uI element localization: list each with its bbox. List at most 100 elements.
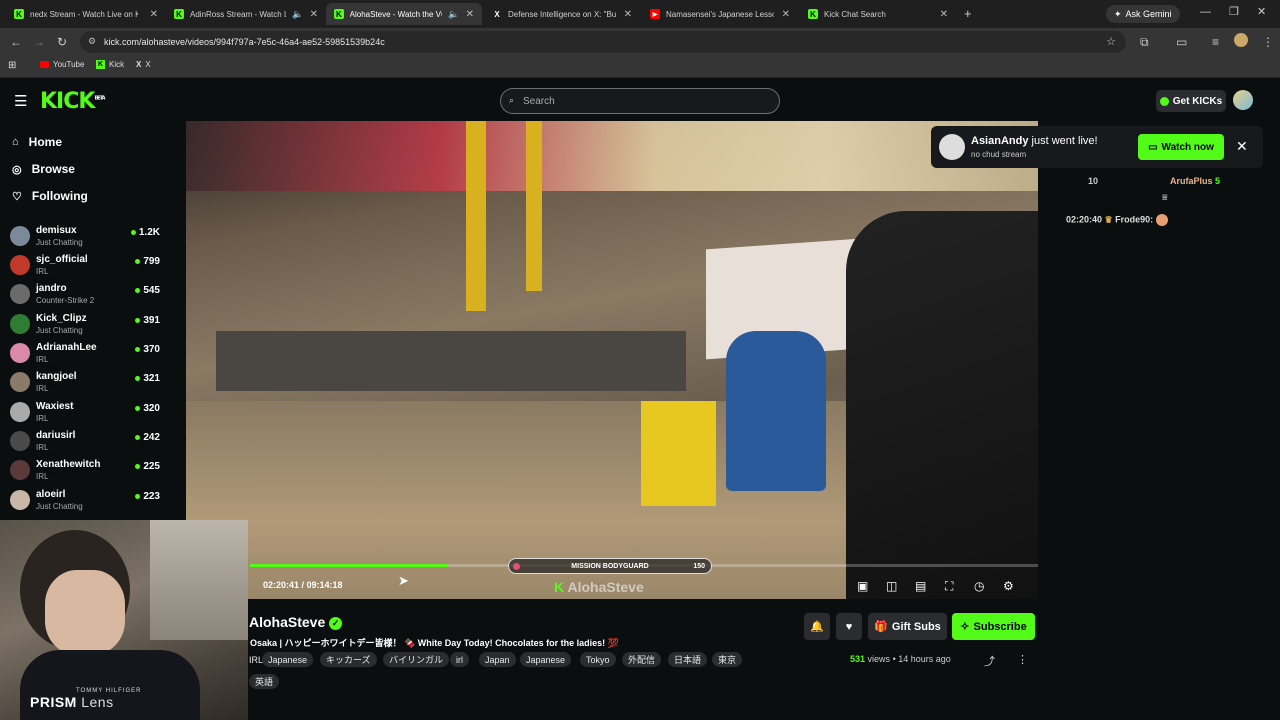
sidebar-channel-waxiest[interactable]: Waxiest IRL 320	[10, 399, 160, 427]
mission-icon	[513, 562, 520, 570]
viewer-count: 545	[135, 285, 160, 296]
chat-filter-icon[interactable]: ⩸	[1162, 192, 1167, 203]
channel-category: Just Chatting	[36, 502, 83, 511]
bookmark-kick[interactable]: K Kick	[96, 60, 124, 69]
close-tab-icon[interactable]: ✕	[466, 9, 474, 20]
speaker-icon[interactable]: 🔈	[448, 9, 459, 20]
hamburger-menu-icon[interactable]: ☰	[14, 92, 27, 110]
channel-name-heading[interactable]: AlohaSteve ✓	[249, 614, 343, 630]
tag[interactable]: 東京	[712, 652, 743, 667]
sidebar-nav-following[interactable]: ♡ Following	[12, 189, 88, 203]
channel-name: jandro	[36, 283, 67, 294]
maximize-icon[interactable]: ❐	[1229, 5, 1239, 18]
channel-category: IRL	[36, 443, 49, 452]
theater-mode-icon[interactable]: ▣	[857, 579, 868, 593]
sidebar-channel-kick-clipz[interactable]: Kick_Clipz Just Chatting 391	[10, 311, 160, 339]
reload-icon[interactable]: ↻	[57, 35, 67, 49]
sidebar-channel-kangjoel[interactable]: kangjoel IRL 321	[10, 369, 160, 397]
video-player[interactable]: 02:20:41 / 09:14:18 MISSION BODYGUARD 15…	[186, 121, 1038, 599]
tag[interactable]: Japanese	[520, 652, 572, 667]
subscribe-button[interactable]: ✧ Subscribe	[952, 613, 1035, 640]
sidebar-channel-sjc-official[interactable]: sjc_official IRL 799	[10, 252, 160, 280]
gemini-sparkle-icon: ✦	[1114, 8, 1122, 19]
ask-gemini-button[interactable]: ✦ Ask Gemini	[1106, 5, 1180, 23]
apps-grid-icon[interactable]: ⊞	[8, 60, 16, 71]
bookmark-x[interactable]: X X	[136, 60, 151, 69]
close-tab-icon[interactable]: ✕	[150, 9, 158, 20]
share-icon[interactable]: ⤴	[984, 653, 995, 669]
kick-logo[interactable]: KICKBETA	[40, 89, 106, 114]
close-notification-icon[interactable]: ✕	[1236, 138, 1248, 155]
forward-arrow-icon[interactable]: →	[33, 35, 45, 49]
close-tab-icon[interactable]: ✕	[782, 9, 790, 20]
minimize-icon[interactable]: —	[1200, 6, 1211, 18]
speaker-icon[interactable]: 🔈	[292, 9, 303, 20]
sidebar-nav-browse[interactable]: ◎ Browse	[12, 162, 75, 176]
profile-avatar[interactable]	[1234, 33, 1248, 47]
live-dot-icon	[135, 259, 141, 264]
close-tab-icon[interactable]: ✕	[310, 9, 318, 20]
avatar	[939, 134, 965, 160]
tag[interactable]: 日本語	[668, 652, 708, 667]
tag[interactable]: IRL	[249, 652, 263, 667]
miniplayer-icon[interactable]: ◫	[886, 579, 897, 593]
cast-icon[interactable]: ▭	[1176, 35, 1187, 49]
settings-gear-icon[interactable]: ⚙	[1003, 579, 1014, 593]
playback-speed-icon[interactable]: ◷	[974, 579, 984, 593]
extensions-icon[interactable]: ⧉	[1140, 35, 1149, 50]
fullscreen-icon[interactable]: ⛶	[945, 579, 953, 594]
sidebar-channel-jandro[interactable]: jandro Counter-Strike 2 545	[10, 281, 160, 309]
browser-tab-active[interactable]: K AlohaSteve - Watch the VO 🔈 ✕	[326, 3, 482, 25]
back-arrow-icon[interactable]: ←	[10, 35, 22, 49]
chat-user[interactable]: ArufaPlus 5	[1170, 176, 1220, 186]
url-field[interactable]: ⚙ kick.com/alohasteve/videos/994f797a-7e…	[80, 31, 1126, 53]
notification-bell-button[interactable]: 🔔	[804, 613, 830, 640]
menu-dots-icon[interactable]: ⋮	[1262, 35, 1274, 49]
upload-time: 14 hours ago	[898, 654, 951, 664]
media-controls-icon[interactable]: ≡	[1212, 35, 1219, 49]
tag[interactable]: 外配信	[622, 652, 662, 667]
bookmark-youtube[interactable]: YouTube	[40, 60, 84, 69]
bookmark-star-icon[interactable]: ☆	[1106, 35, 1116, 48]
sidebar-channel-xenathewitch[interactable]: Xenathewitch IRL 225	[10, 457, 160, 485]
sidebar: ⌂ Home ◎ Browse ♡ Following demisux Just…	[0, 121, 170, 521]
gift-subs-button[interactable]: 🎁 Gift Subs	[868, 613, 947, 640]
chat-username[interactable]: Frode90:	[1115, 214, 1153, 224]
tv-icon: ▭	[1148, 141, 1158, 153]
close-tab-icon[interactable]: ✕	[940, 9, 948, 20]
close-tab-icon[interactable]: ✕	[624, 9, 632, 20]
watch-now-button[interactable]: ▭ Watch now	[1138, 134, 1224, 160]
browser-tab[interactable]: ▶ Namasensei's Japanese Lesso ✕	[642, 3, 798, 25]
site-info-icon[interactable]: ⚙	[88, 36, 96, 47]
browser-tab[interactable]: K nedx Stream - Watch Live on Ki ✕	[6, 3, 166, 25]
pip-icon[interactable]: ▤	[915, 579, 926, 593]
more-options-icon[interactable]: ⋮	[1017, 653, 1028, 666]
browser-tab[interactable]: K AdinRoss Stream - Watch Li 🔈 ✕	[166, 3, 326, 25]
heart-icon: ♡	[12, 190, 22, 203]
tag[interactable]: バイリンガル	[383, 652, 450, 667]
tag[interactable]: Japanese	[262, 652, 314, 667]
sidebar-channel-aloeirl[interactable]: aloeirl Just Chatting 223	[10, 487, 160, 515]
sidebar-nav-home[interactable]: ⌂ Home	[12, 135, 62, 149]
live-dot-icon	[135, 376, 141, 381]
sidebar-channel-adrianahlee[interactable]: AdrianahLee IRL 370	[10, 340, 160, 368]
follow-heart-button[interactable]: ♥	[836, 613, 862, 640]
sidebar-channel-dariusirl[interactable]: dariusirl IRL 242	[10, 428, 160, 456]
browser-tab[interactable]: K Kick Chat Search ✕	[800, 3, 956, 25]
viewer-count: 320	[135, 403, 160, 414]
tag[interactable]: Tokyo	[580, 652, 616, 667]
tag[interactable]: Japan	[479, 652, 516, 667]
search-input[interactable]: ⌕ Search	[500, 88, 780, 114]
user-avatar[interactable]	[1233, 90, 1253, 110]
tag[interactable]: キッカーズ	[320, 652, 377, 667]
channel-category: IRL	[36, 355, 49, 364]
tag[interactable]: irl	[450, 652, 469, 667]
new-tab-icon[interactable]: +	[964, 6, 972, 21]
sidebar-channel-demisux[interactable]: demisux Just Chatting 1.2K	[10, 223, 160, 251]
close-window-icon[interactable]: ✕	[1257, 5, 1266, 18]
browser-tab[interactable]: X Defense Intelligence on X: "Bu ✕	[484, 3, 640, 25]
get-kicks-button[interactable]: Get KICKs	[1156, 90, 1226, 112]
chat-partial-text: 10	[1088, 176, 1099, 186]
tag[interactable]: 英語	[249, 674, 280, 689]
nav-label: Browse	[31, 162, 75, 176]
